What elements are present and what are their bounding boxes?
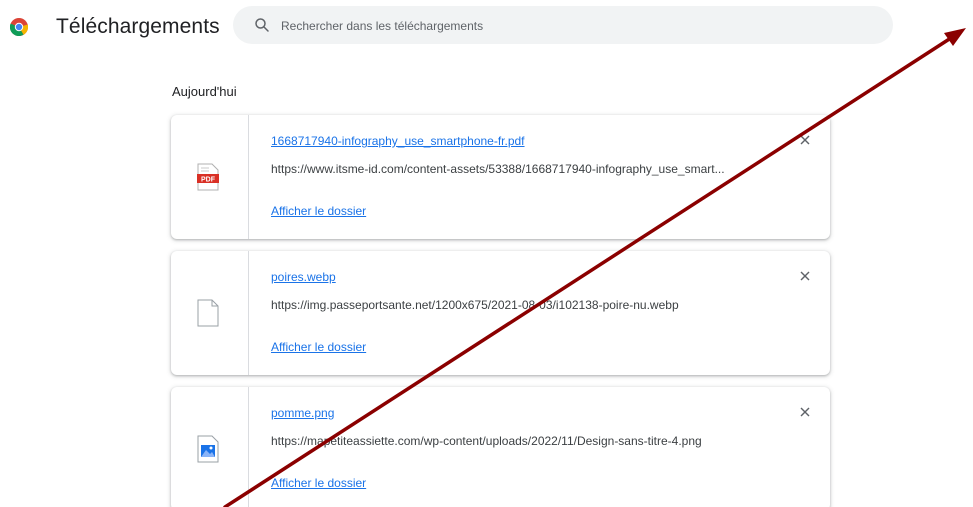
download-item: pomme.png https://mapetiteassiette.com/w…: [171, 387, 830, 507]
page-title: Téléchargements: [56, 15, 220, 38]
search-icon: [255, 18, 269, 32]
file-source-url: https://img.passeportsante.net/1200x675/…: [271, 298, 679, 312]
file-name-link[interactable]: pomme.png: [271, 405, 334, 421]
pdf-file-icon: PDF: [197, 163, 219, 191]
file-source-url: https://mapetiteassiette.com/wp-content/…: [271, 434, 702, 448]
file-icon-area: [171, 251, 249, 375]
pdf-badge-label: PDF: [201, 176, 216, 183]
downloads-page: Téléchargements Aujourd'hui PDF 16687179…: [0, 0, 973, 507]
remove-from-list-icon[interactable]: [798, 133, 812, 147]
image-file-icon: [197, 435, 219, 463]
show-in-folder-link[interactable]: Afficher le dossier: [271, 203, 366, 219]
file-name-link[interactable]: poires.webp: [271, 269, 336, 285]
download-item: PDF 1668717940-infography_use_smartphone…: [171, 115, 830, 239]
file-source-url: https://www.itsme-id.com/content-assets/…: [271, 162, 725, 176]
file-name-link[interactable]: 1668717940-infography_use_smartphone-fr.…: [271, 133, 525, 149]
file-icon-area: PDF: [171, 115, 249, 239]
search-input[interactable]: [279, 15, 863, 37]
download-item: poires.webp https://img.passeportsante.n…: [171, 251, 830, 375]
header: Téléchargements: [0, 0, 973, 52]
remove-from-list-icon[interactable]: [798, 405, 812, 419]
show-in-folder-link[interactable]: Afficher le dossier: [271, 475, 366, 491]
remove-from-list-icon[interactable]: [798, 269, 812, 283]
search-box[interactable]: [233, 6, 893, 44]
section-date-label: Aujourd'hui: [172, 84, 237, 99]
chrome-logo-icon: [10, 18, 28, 36]
generic-file-icon: [197, 299, 219, 327]
show-in-folder-link[interactable]: Afficher le dossier: [271, 339, 366, 355]
file-icon-area: [171, 387, 249, 507]
